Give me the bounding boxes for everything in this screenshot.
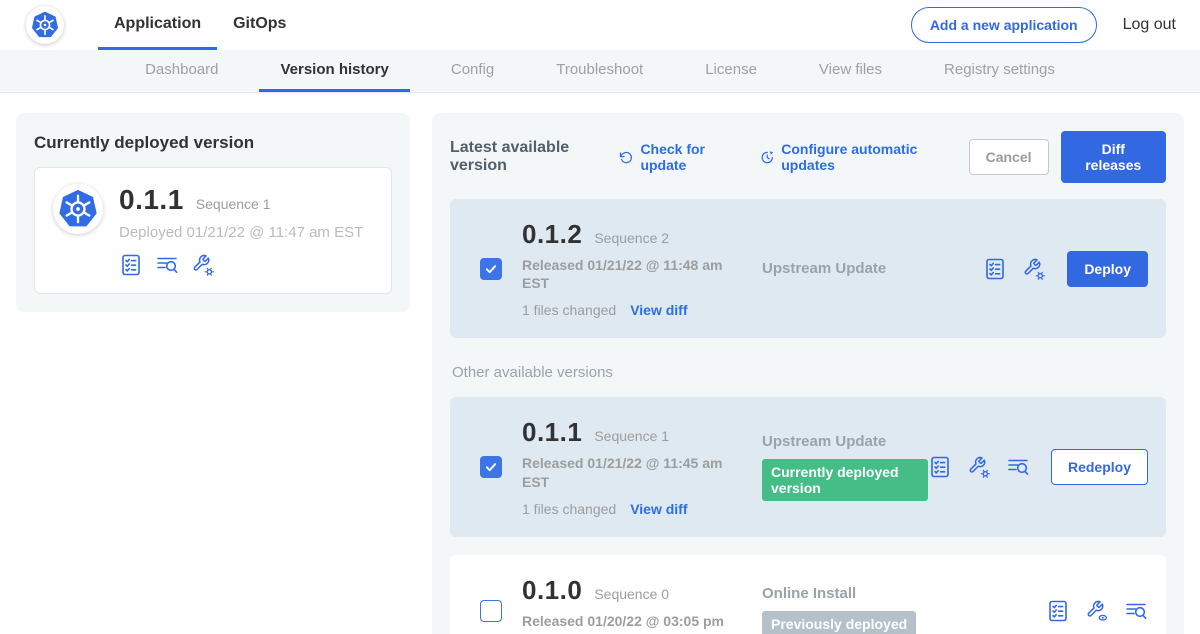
kubernetes-logo-icon <box>26 6 64 44</box>
checkmark-icon <box>484 262 498 276</box>
deploy-button[interactable]: Deploy <box>1067 251 1148 287</box>
subnav-tab-view-files[interactable]: View files <box>798 50 903 92</box>
app-sub-nav: Dashboard Version history Config Trouble… <box>0 50 1200 93</box>
edit-config-icon[interactable] <box>191 253 215 277</box>
tab-gitops-label: GitOps <box>233 15 286 33</box>
edit-config-icon[interactable] <box>967 455 991 479</box>
preflight-checks-icon[interactable] <box>119 253 143 277</box>
schedule-icon <box>760 149 775 166</box>
cancel-button[interactable]: Cancel <box>969 139 1049 175</box>
available-versions-panel: Latest available version Check for updat… <box>432 113 1184 634</box>
released-timestamp: Released 01/21/22 @ 11:45 am EST <box>522 454 740 490</box>
view-config-icon[interactable] <box>1085 599 1109 623</box>
row-spacer <box>450 537 1166 555</box>
app-icon <box>53 184 103 234</box>
diff-releases-button[interactable]: Diff releases <box>1061 131 1166 183</box>
subnav-tab-registry-settings[interactable]: Registry settings <box>923 50 1076 92</box>
tab-application-label: Application <box>114 15 201 33</box>
released-timestamp: Released 01/21/22 @ 11:48 am EST <box>522 256 740 292</box>
preflight-checks-icon[interactable] <box>928 455 952 479</box>
preflight-checks-icon[interactable] <box>983 257 1007 281</box>
currently-deployed-panel: Currently deployed version 0.1.1 Sequenc… <box>16 113 410 312</box>
version-row-0-1-1: 0.1.1 Sequence 1 Released 01/21/22 @ 11:… <box>450 397 1166 536</box>
preflight-checks-icon[interactable] <box>1046 599 1070 623</box>
version-source-label: Upstream Update <box>762 433 928 450</box>
version-checkbox-0-1-0[interactable] <box>480 600 502 622</box>
checkmark-icon <box>484 460 498 474</box>
sequence-label: Sequence 1 <box>594 428 669 444</box>
view-diff-link[interactable]: View diff <box>630 302 687 318</box>
tab-gitops[interactable]: GitOps <box>217 0 302 50</box>
deployed-version-number: 0.1.1 <box>119 184 184 216</box>
logout-link[interactable]: Log out <box>1123 16 1176 34</box>
version-number: 0.1.0 <box>522 575 582 606</box>
deployed-version-card: 0.1.1 Sequence 1 Deployed 01/21/22 @ 11:… <box>34 167 392 294</box>
top-nav: Application GitOps Add a new application… <box>0 0 1200 50</box>
subnav-tab-license[interactable]: License <box>684 50 778 92</box>
version-row-0-1-2: 0.1.2 Sequence 2 Released 01/21/22 @ 11:… <box>450 199 1166 338</box>
other-available-versions-title: Other available versions <box>452 364 1166 381</box>
released-timestamp: Released 01/20/22 @ 03:05 pm EST <box>522 612 740 634</box>
edit-config-icon[interactable] <box>1022 257 1046 281</box>
version-checkbox-0-1-2[interactable] <box>480 258 502 280</box>
tab-application[interactable]: Application <box>98 0 217 50</box>
version-source-label: Upstream Update <box>762 260 983 277</box>
deployed-timestamp: Deployed 01/21/22 @ 11:47 am EST <box>119 224 363 241</box>
refresh-icon <box>619 149 633 166</box>
previously-deployed-badge: Previously deployed <box>762 611 916 634</box>
main-content: Currently deployed version 0.1.1 Sequenc… <box>0 93 1200 634</box>
configure-updates-label: Configure automatic updates <box>781 141 946 173</box>
version-row-0-1-0: 0.1.0 Sequence 0 Released 01/20/22 @ 03:… <box>450 555 1166 634</box>
view-diff-link[interactable]: View diff <box>630 501 687 517</box>
latest-available-title: Latest available version <box>450 139 605 175</box>
deploy-logs-icon[interactable] <box>1124 599 1148 623</box>
version-source-label: Online Install <box>762 585 1046 602</box>
configure-automatic-updates-link[interactable]: Configure automatic updates <box>760 141 947 173</box>
version-checkbox-0-1-1[interactable] <box>480 456 502 478</box>
subnav-tab-dashboard[interactable]: Dashboard <box>124 50 239 92</box>
version-number: 0.1.2 <box>522 219 582 250</box>
available-versions-header: Latest available version Check for updat… <box>450 131 1166 183</box>
deploy-logs-icon[interactable] <box>1006 455 1030 479</box>
top-nav-right: Add a new application Log out <box>911 0 1176 50</box>
deployed-sequence-label: Sequence 1 <box>196 196 271 212</box>
top-nav-tabs: Application GitOps <box>98 0 302 50</box>
subnav-tab-version-history[interactable]: Version history <box>259 50 409 92</box>
sequence-label: Sequence 2 <box>594 230 669 246</box>
version-number: 0.1.1 <box>522 417 582 448</box>
check-for-update-label: Check for update <box>640 141 737 173</box>
check-for-update-link[interactable]: Check for update <box>619 141 738 173</box>
files-changed-label: 1 files changed <box>522 501 616 517</box>
subnav-tab-config[interactable]: Config <box>430 50 515 92</box>
redeploy-button[interactable]: Redeploy <box>1051 449 1148 485</box>
currently-deployed-badge: Currently deployed version <box>762 459 928 501</box>
deploy-logs-icon[interactable] <box>155 253 179 277</box>
sequence-label: Sequence 0 <box>594 586 669 602</box>
files-changed-label: 1 files changed <box>522 302 616 318</box>
currently-deployed-title: Currently deployed version <box>34 133 392 153</box>
add-new-application-button[interactable]: Add a new application <box>911 7 1097 43</box>
subnav-tab-troubleshoot[interactable]: Troubleshoot <box>535 50 664 92</box>
